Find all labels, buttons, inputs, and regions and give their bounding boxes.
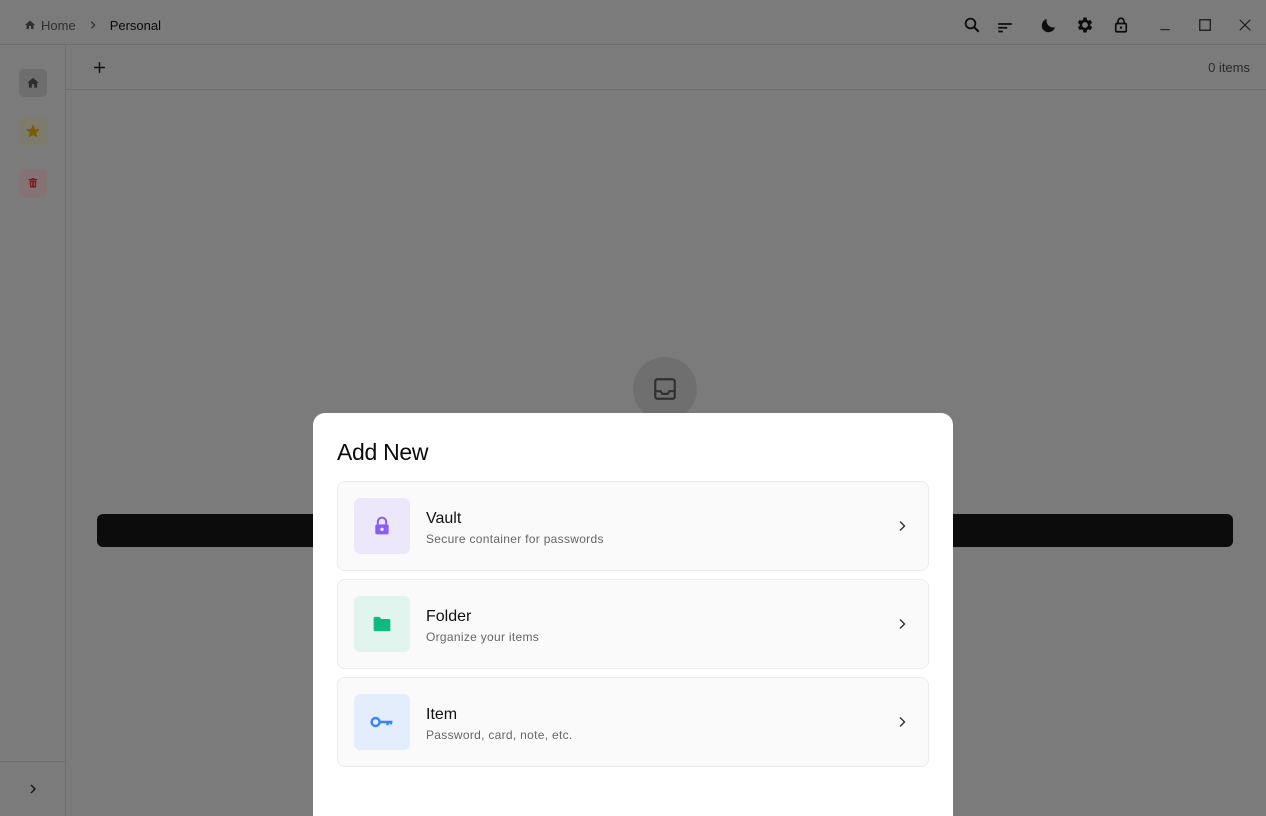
option-subtitle: Secure container for passwords <box>426 532 604 546</box>
star-icon <box>26 124 40 138</box>
add-button[interactable] <box>88 56 110 78</box>
breadcrumb-current: Personal <box>109 17 161 33</box>
home-icon <box>27 77 39 88</box>
content-toolbar: 0 items <box>66 45 1266 90</box>
option-subtitle: Password, card, note, etc. <box>426 728 573 742</box>
option-item[interactable]: Item Password, card, note, etc. <box>337 677 929 767</box>
option-title: Vault <box>426 510 462 527</box>
breadcrumb-home[interactable]: Home <box>24 18 76 33</box>
chevron-right-icon <box>892 712 912 732</box>
sort-icon[interactable] <box>994 16 1016 38</box>
trash-icon <box>28 178 38 188</box>
sidebar-expand-button[interactable] <box>0 761 66 816</box>
key-icon <box>354 694 410 750</box>
breadcrumb: Home Personal <box>24 0 161 50</box>
minimize-icon[interactable] <box>1154 14 1176 36</box>
chevron-right-icon <box>30 784 37 794</box>
folder-icon <box>354 596 410 652</box>
home-icon <box>25 20 35 29</box>
option-title: Item <box>426 706 458 723</box>
option-subtitle: Organize your items <box>426 630 540 644</box>
gear-icon[interactable] <box>1074 14 1096 36</box>
sidebar <box>0 45 66 816</box>
sidebar-item-home[interactable] <box>19 69 47 97</box>
option-title: Folder <box>426 608 472 625</box>
maximize-icon[interactable] <box>1194 14 1216 36</box>
inbox-icon <box>633 357 697 421</box>
option-vault[interactable]: Vault Secure container for passwords <box>337 481 929 571</box>
chevron-right-icon <box>892 516 912 536</box>
lock-icon[interactable] <box>1110 14 1132 36</box>
add-new-dialog: Add New Vault Secure container for passw… <box>313 413 953 816</box>
search-icon[interactable] <box>961 14 983 36</box>
plus-icon <box>93 61 105 73</box>
chevron-right-icon <box>892 614 912 634</box>
sidebar-item-trash[interactable] <box>19 169 47 197</box>
option-folder[interactable]: Folder Organize your items <box>337 579 929 669</box>
lock-icon <box>354 498 410 554</box>
moon-icon[interactable] <box>1038 14 1060 36</box>
items-count: 0 items <box>1208 60 1250 75</box>
dialog-title: Add New <box>337 439 429 465</box>
title-bar: Home Personal <box>0 0 1266 45</box>
close-icon[interactable] <box>1234 14 1256 36</box>
breadcrumb-home-label: Home <box>41 17 76 33</box>
sidebar-item-favorites[interactable] <box>19 117 47 145</box>
chevron-right-icon <box>88 20 98 30</box>
